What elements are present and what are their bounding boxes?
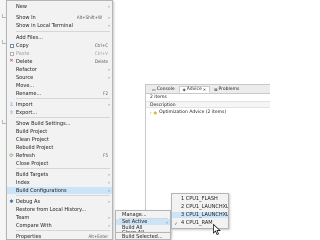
chevron-right-icon: › (166, 219, 168, 225)
menu-item-team[interactable]: Team › (7, 214, 112, 221)
menu-item-refresh[interactable]: ⟳ Refresh F5 (7, 152, 112, 159)
shortcut-label: F5 (103, 153, 108, 158)
chevron-right-icon: › (108, 4, 110, 9)
menu-item-source[interactable]: Source › (7, 74, 112, 81)
menu-item-compare-with[interactable]: Compare With › (7, 222, 112, 229)
advice-icon: ◈ (182, 87, 186, 92)
console-icon: ▭ (152, 87, 156, 92)
chevron-right-icon: › (108, 102, 110, 107)
menu-item-delete[interactable]: ✕ Delete Delete (7, 58, 112, 65)
shortcut-label: Delete (94, 59, 108, 64)
menu-item-properties[interactable]: Properties Alt+Enter (7, 233, 112, 240)
menu-separator (16, 195, 110, 196)
view-tab-bar: ▭ Console ◈ Advice × ⊠ Problems (146, 85, 270, 94)
refresh-icon: ⟳ (9, 152, 14, 159)
chevron-right-icon: › (108, 223, 110, 228)
list-item[interactable]: › ● Optimization Advice (2 items) (146, 108, 270, 116)
shortcut-label: Alt+Enter (88, 234, 108, 239)
menu-item-refactor[interactable]: Refactor › (7, 66, 112, 73)
menu-item-restore-local-history[interactable]: Restore from Local History... (7, 206, 112, 213)
menu-item-rebuild-project[interactable]: Rebuild Project (7, 144, 112, 151)
menu-separator (16, 230, 110, 231)
tab-advice[interactable]: ◈ Advice × (178, 86, 211, 93)
problems-icon: ⊠ (214, 87, 218, 92)
menu-item-build-project[interactable]: Build Project (7, 128, 112, 135)
tab-console[interactable]: ▭ Console (148, 86, 179, 93)
chevron-right-icon: › (108, 180, 110, 185)
shortcut-label: F2 (103, 91, 108, 96)
menu-item-show-build-settings[interactable]: Show Build Settings... (7, 120, 112, 127)
chevron-right-icon: › (108, 188, 110, 193)
chevron-right-icon: › (108, 172, 110, 177)
shortcut-label: Ctrl+V (94, 51, 108, 56)
menu-item-config-cpu1-flash[interactable]: 1 CPU1_FLASH (172, 196, 228, 202)
lightbulb-icon: ● (153, 109, 158, 115)
chevron-right-icon[interactable]: › (150, 110, 152, 115)
menu-item-build-configurations[interactable]: Build Configurations › (7, 187, 112, 194)
menu-item-build-targets[interactable]: Build Targets › (7, 171, 112, 178)
chevron-right-icon: › (108, 215, 110, 220)
chevron-right-icon: › (108, 23, 110, 28)
menu-item-move[interactable]: Move... (7, 82, 112, 89)
import-icon: ⇩ (9, 101, 14, 108)
menu-separator (16, 98, 110, 99)
export-icon: ⇧ (9, 109, 14, 116)
checkmark-icon: ✓ (174, 220, 178, 226)
column-header-description[interactable]: Description (146, 101, 270, 108)
menu-separator (16, 168, 110, 169)
menu-item-close-project[interactable]: Close Project (7, 160, 112, 167)
project-context-menu: New › Show In Alt+Shift+W › Show in Loca… (6, 0, 113, 240)
chevron-right-icon: › (108, 15, 110, 20)
menu-item-paste: Paste Ctrl+V (7, 50, 112, 57)
menu-separator (16, 117, 110, 118)
menu-item-show-in-local-terminal[interactable]: Show in Local Terminal › (7, 22, 112, 29)
mouse-pointer-icon (213, 224, 221, 235)
menu-item-copy[interactable]: Copy Ctrl+C (7, 42, 112, 49)
shortcut-label: Alt+Shift+W (76, 15, 102, 20)
menu-item-rename[interactable]: Rename... F2 (7, 90, 112, 97)
chevron-right-icon: › (108, 75, 110, 80)
shortcut-label: Ctrl+C (94, 43, 108, 48)
item-count-label: 2 items (150, 95, 167, 100)
menu-item-import[interactable]: ⇩ Import › (7, 101, 112, 108)
menu-item-export[interactable]: ⇧ Export... (7, 109, 112, 116)
menu-item-build-selected[interactable]: Build Selected... (116, 233, 170, 240)
copy-icon (9, 43, 14, 48)
paste-icon (9, 51, 14, 56)
delete-icon: ✕ (9, 58, 14, 64)
build-configurations-submenu-tail: Build Selected... (115, 232, 171, 240)
menu-separator (16, 31, 110, 32)
debug-icon: ✱ (9, 198, 14, 205)
close-icon[interactable]: × (203, 87, 206, 92)
menu-item-clean-project[interactable]: Clean Project (7, 136, 112, 143)
build-configurations-submenu: Manage... Set Active › Build All Clean A… (115, 210, 171, 236)
menu-item-index[interactable]: Index › (7, 179, 112, 186)
menu-item-config-cpu1-launchxl-flash[interactable]: 2 CPU1_LAUNCHXL_FLASH (172, 204, 228, 210)
menu-item-new[interactable]: New › (7, 3, 112, 10)
tab-problems[interactable]: ⊠ Problems (210, 86, 243, 93)
chevron-right-icon: › (108, 199, 110, 204)
chevron-right-icon: › (108, 67, 110, 72)
menu-item-add-files[interactable]: Add Files... (7, 34, 112, 41)
menu-item-show-in[interactable]: Show In Alt+Shift+W › (7, 14, 112, 21)
menu-item-debug-as[interactable]: ✱ Debug As › (7, 198, 112, 205)
menu-item-config-cpu1-launchxl-ram[interactable]: 3 CPU1_LAUNCHXL_RAM (172, 212, 228, 218)
